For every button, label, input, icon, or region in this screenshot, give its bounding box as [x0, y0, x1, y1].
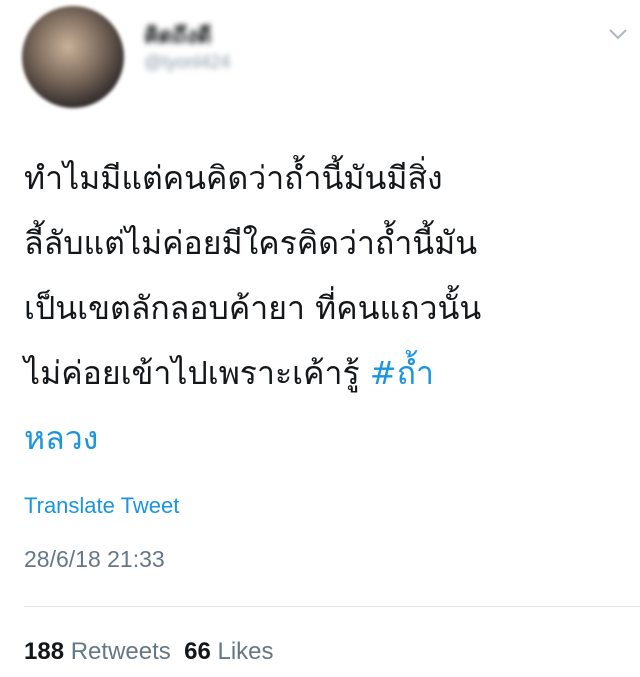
- hashtag-link-continued[interactable]: หลวง: [24, 406, 624, 471]
- tweet-header: คิดถึงดี @tyonl424: [0, 0, 640, 120]
- tweet-stats: 188 Retweets 66 Likes: [24, 638, 274, 666]
- likes-count: 66: [184, 638, 211, 665]
- tweet-line: ไม่ค่อยเข้าไปเพราะเค้ารู้ #ถ้ำ: [24, 341, 624, 406]
- display-name[interactable]: คิดถึงดี: [144, 18, 211, 53]
- tweet-line: ลี้ลับแต่ไม่ค่อยมีใครคิดว่าถ้ำนี้มัน: [24, 224, 478, 262]
- retweets-count: 188: [24, 638, 65, 665]
- retweets-stat[interactable]: 188 Retweets: [24, 638, 171, 665]
- user-handle[interactable]: @tyonl424: [144, 52, 230, 73]
- tweet-line: เป็นเขตลักลอบค้ายา ที่คนแถวนั้น: [24, 289, 482, 327]
- retweets-label: Retweets: [70, 638, 171, 665]
- avatar[interactable]: [22, 6, 124, 108]
- divider: [24, 606, 640, 607]
- tweet-line-text: ไม่ค่อยเข้าไปเพราะเค้ารู้: [24, 354, 370, 392]
- tweet-text: ทำไมมีแต่คนคิดว่าถ้ำนี้มันมีสิ่ง ลี้ลับแ…: [24, 146, 624, 471]
- tweet-timestamp[interactable]: 28/6/18 21:33: [24, 546, 165, 573]
- likes-label: Likes: [217, 638, 274, 665]
- hashtag-link[interactable]: #ถ้ำ: [370, 354, 434, 392]
- tweet-line: ทำไมมีแต่คนคิดว่าถ้ำนี้มันมีสิ่ง: [24, 159, 443, 197]
- translate-tweet-link[interactable]: Translate Tweet: [24, 493, 179, 519]
- chevron-down-icon[interactable]: [606, 22, 630, 46]
- likes-stat[interactable]: 66 Likes: [184, 638, 273, 665]
